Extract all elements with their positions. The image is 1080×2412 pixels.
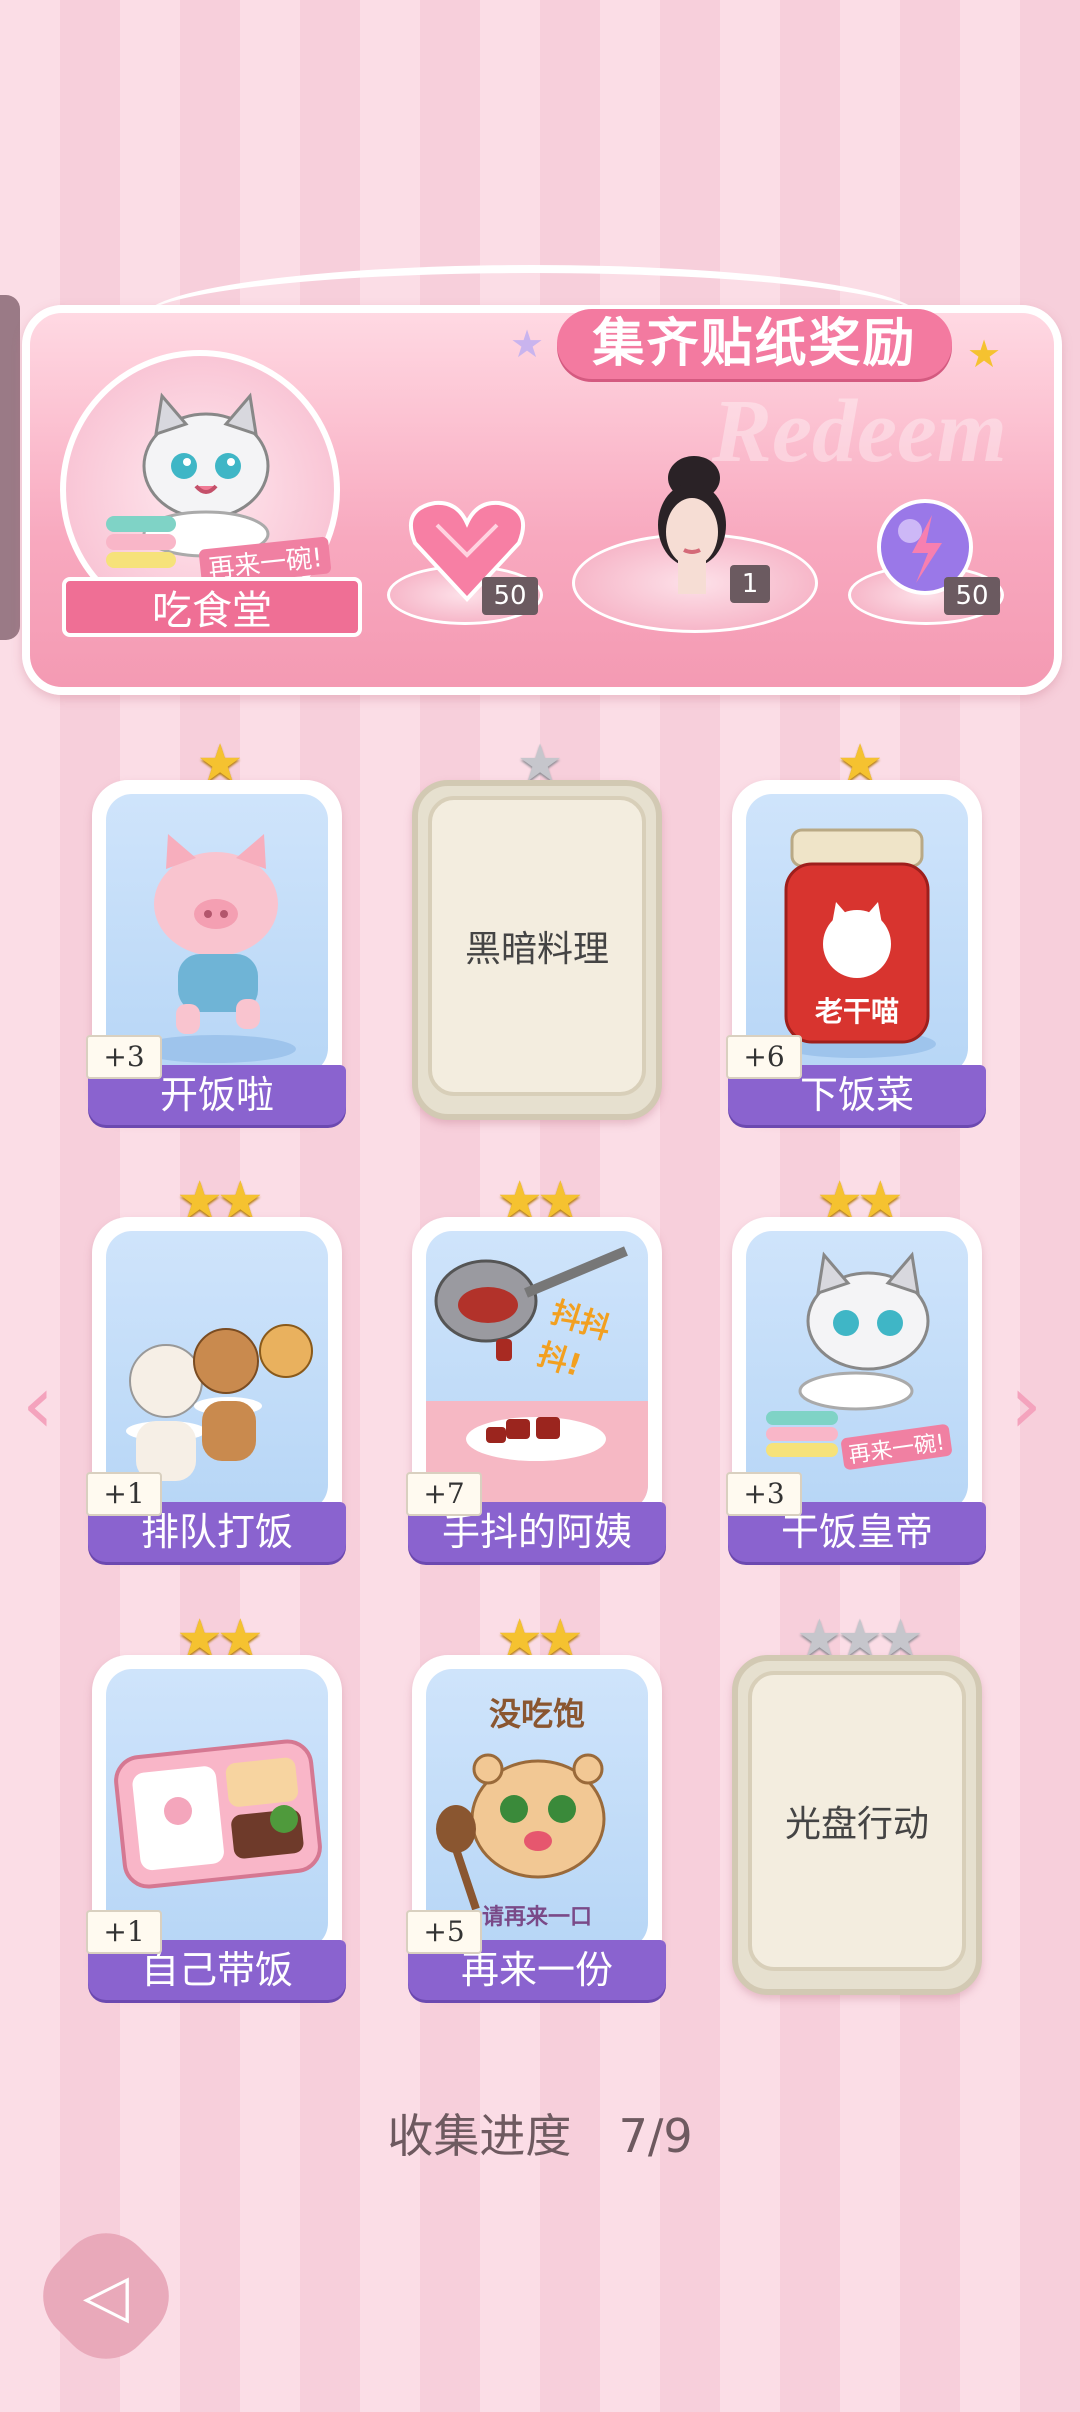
eating-cat-icon: 再来一碗! bbox=[746, 1231, 968, 1511]
next-page-arrow-icon[interactable]: › bbox=[1010, 1365, 1042, 1445]
chili-jar-icon: 老干喵 bbox=[746, 794, 968, 1074]
reward-count: 1 bbox=[730, 565, 770, 603]
locked-card-face: 光盘行动 bbox=[748, 1671, 966, 1971]
hamster-caption-top: 没吃饱 bbox=[488, 1695, 585, 1733]
banner-watermark: Redeem bbox=[712, 382, 1007, 481]
progress-label: 收集进度 bbox=[387, 2109, 572, 2163]
sticker-card[interactable]: ★★ 自己带饭 +1 bbox=[86, 1611, 346, 2000]
jar-label: 老干喵 bbox=[814, 995, 899, 1028]
sticker-card-locked[interactable]: ★ 黑暗料理 bbox=[412, 736, 662, 1120]
reward-count: 50 bbox=[944, 577, 1000, 615]
reward-count: 50 bbox=[482, 577, 538, 615]
card-bonus-badge: +3 bbox=[726, 1472, 802, 1516]
card-bonus-badge: +6 bbox=[726, 1035, 802, 1079]
card-bonus-badge: +7 bbox=[406, 1472, 482, 1516]
card-bonus-badge: +3 bbox=[86, 1035, 162, 1079]
bento-box-icon bbox=[106, 1669, 328, 1949]
sticker-card[interactable]: ★ 老干喵 下饭菜 +6 bbox=[726, 736, 986, 1125]
sticker-card[interactable]: ★★ 抖抖抖! 手抖的阿姨 +7 bbox=[406, 1173, 666, 1562]
progress-value: 7/9 bbox=[618, 2109, 693, 2163]
locked-card-title: 黑暗料理 bbox=[464, 929, 609, 970]
side-drawer-tab[interactable] bbox=[0, 295, 20, 640]
queueing-cats-icon bbox=[106, 1231, 328, 1511]
banner-title: 集齐贴纸奖励 bbox=[557, 309, 952, 379]
sticker-card-locked[interactable]: ★★★ 光盘行动 bbox=[732, 1611, 982, 1995]
locked-card-face: 黑暗料理 bbox=[428, 796, 646, 1096]
shaking-ladle-icon: 抖抖抖! bbox=[426, 1231, 648, 1511]
reward-banner: Redeem ★ 集齐贴纸奖励 ★ 再来一碗! 吃食堂 50 1 50 bbox=[22, 265, 1062, 695]
badge-ribbon-label: 吃食堂 bbox=[62, 577, 362, 637]
purple-star-icon: ★ bbox=[510, 322, 545, 366]
sticker-card[interactable]: ★ 开饭啦 +3 bbox=[86, 736, 346, 1125]
collection-progress: 收集进度 7/9 bbox=[0, 2100, 1080, 2166]
card-bonus-badge: +5 bbox=[406, 1910, 482, 1954]
sticker-card[interactable]: ★★ 没吃饱 请再来一口 再来一份 +5 bbox=[406, 1611, 666, 2000]
hungry-hamster-icon: 没吃饱 请再来一口 bbox=[426, 1669, 648, 1949]
sticker-card[interactable]: ★★ 再来一碗! 干饭皇帝 +3 bbox=[726, 1173, 986, 1562]
locked-card-title: 光盘行动 bbox=[784, 1804, 929, 1845]
previous-page-arrow-icon[interactable]: ‹ bbox=[22, 1365, 54, 1445]
back-arrow-icon[interactable]: ◁ bbox=[48, 2238, 164, 2354]
card-bonus-badge: +1 bbox=[86, 1472, 162, 1516]
sticker-card[interactable]: ★★ 排队打饭 +1 bbox=[86, 1173, 346, 1562]
running-pig-icon bbox=[106, 794, 328, 1074]
gold-star-icon: ★ bbox=[967, 332, 1002, 376]
card-bonus-badge: +1 bbox=[86, 1910, 162, 1954]
